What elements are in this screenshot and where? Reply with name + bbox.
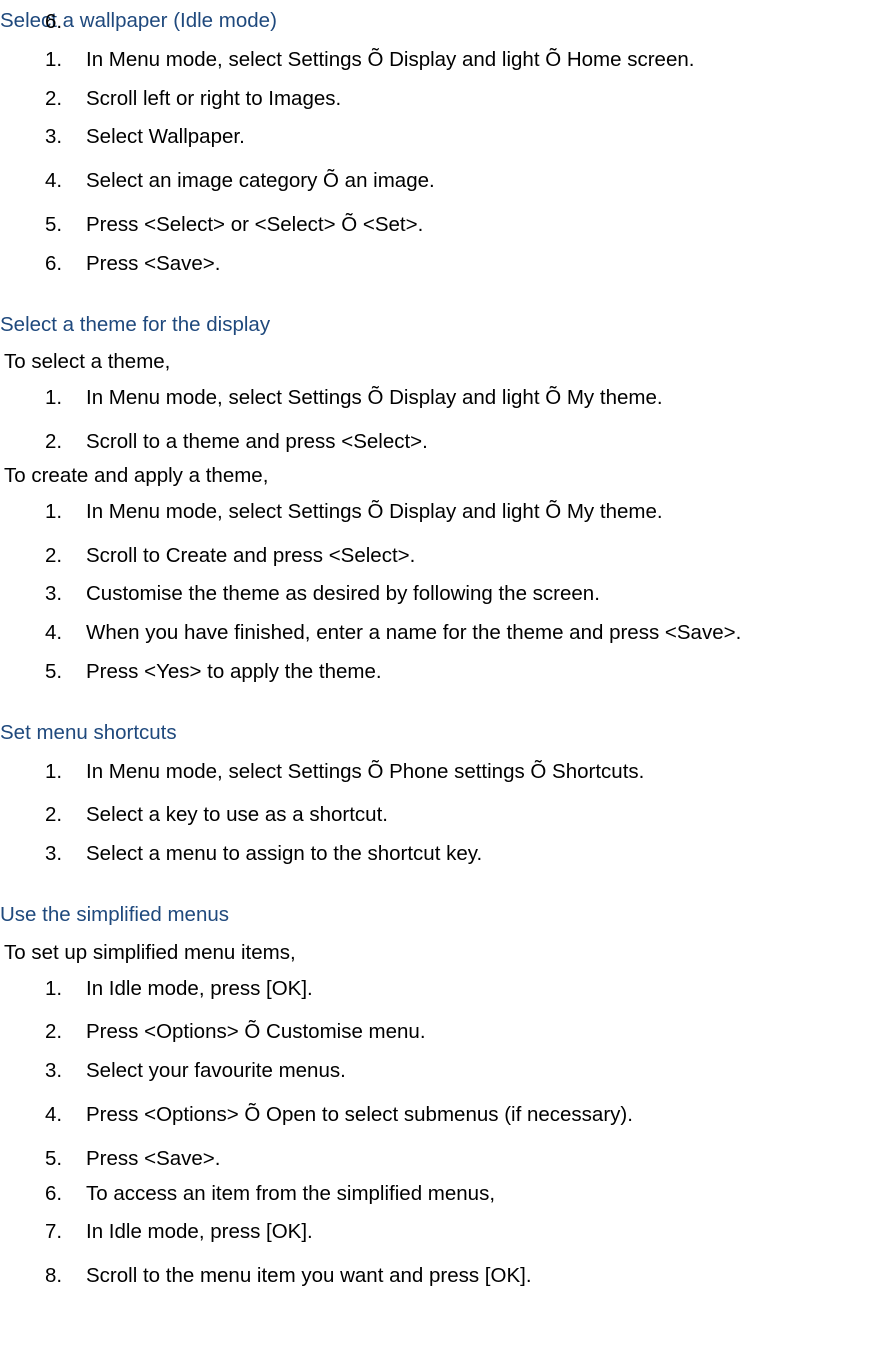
section-heading: Select a theme for the display: [0, 309, 880, 342]
section-heading: Select a wallpaper (Idle mode): [0, 5, 880, 38]
section-heading: Set menu shortcuts: [0, 717, 880, 750]
body-text: To select a theme,: [0, 346, 880, 379]
list-item-text: In Idle mode, press [OK].: [86, 1220, 313, 1243]
list-item-text: Press <Select> or <Select> Õ <Set>.: [86, 213, 423, 236]
list-item-text: Scroll to Create and press <Select>.: [86, 544, 415, 567]
list-item-text: In Menu mode, select Settings Õ Display …: [86, 48, 694, 71]
ordered-list: In Menu mode, select Settings Õ Display …: [0, 495, 880, 689]
list-item: To access an item from the simplified me…: [0, 1177, 880, 1211]
list-item: In Menu mode, select Settings Õ Phone se…: [0, 755, 880, 789]
list-item-text: Scroll left or right to Images.: [86, 87, 341, 110]
section-theme: Select a theme for the display To select…: [0, 309, 880, 689]
list-item-text: Scroll to the menu item you want and pre…: [86, 1264, 532, 1287]
list-item: Select a menu to assign to the shortcut …: [0, 837, 880, 871]
list-item-text: When you have finished, enter a name for…: [86, 621, 741, 644]
list-item: Press <Save>.: [0, 247, 880, 281]
section-heading: Use the simplified menus: [0, 899, 880, 932]
list-item: In Menu mode, select Settings Õ Display …: [0, 381, 880, 415]
list-item-text: Select your favourite menus.: [86, 1059, 346, 1082]
list-item: Scroll left or right to Images.: [0, 82, 880, 116]
list-item: In Idle mode, press [OK].: [0, 972, 880, 1006]
list-item-text: Scroll to a theme and press <Select>.: [86, 430, 428, 453]
list-item: Select an image category Õ an image.: [0, 164, 880, 198]
list-item: Scroll to Create and press <Select>.: [0, 539, 880, 573]
list-item-text: Press <Options> Õ Open to select submenu…: [86, 1103, 633, 1126]
list-item-text: Press <Options> Õ Customise menu.: [86, 1020, 426, 1043]
body-text: To set up simplified menu items,: [0, 937, 880, 970]
ordered-list: In Menu mode, select Settings Õ Phone se…: [0, 755, 880, 871]
list-item-text: To access an item from the simplified me…: [86, 1182, 495, 1205]
list-item-text: Select a menu to assign to the shortcut …: [86, 842, 482, 865]
list-item-text: In Idle mode, press [OK].: [86, 977, 313, 1000]
section-simplified-menus: Use the simplified menus To set up simpl…: [0, 899, 880, 1293]
body-text: To create and apply a theme,: [0, 460, 880, 493]
list-item-text: In Menu mode, select Settings Õ Display …: [86, 500, 663, 523]
list-item: Press <Yes> to apply the theme.: [0, 655, 880, 689]
ordered-list: In Menu mode, select Settings Õ Display …: [0, 43, 880, 281]
list-item-text: Select an image category Õ an image.: [86, 169, 435, 192]
list-item: Press <Options> Õ Customise menu.: [0, 1015, 880, 1049]
list-item: Press <Save>.: [0, 1142, 880, 1176]
list-item: Select your favourite menus.: [0, 1054, 880, 1088]
list-item-text: In Menu mode, select Settings Õ Phone se…: [86, 760, 644, 783]
section-shortcuts: Set menu shortcuts In Menu mode, select …: [0, 717, 880, 871]
list-item: Press <Select> or <Select> Õ <Set>.: [0, 208, 880, 242]
list-item-text: Select a key to use as a shortcut.: [86, 803, 388, 826]
list-item-text: In Menu mode, select Settings Õ Display …: [86, 386, 663, 409]
list-item: Scroll to a theme and press <Select>.: [0, 425, 880, 459]
list-item-text: Select Wallpaper.: [86, 125, 245, 148]
list-item: Customise the theme as desired by follow…: [0, 577, 880, 611]
list-item: Press <Options> Õ Open to select submenu…: [0, 1098, 880, 1132]
list-item-text: Press <Yes> to apply the theme.: [86, 660, 382, 683]
ordered-list: In Idle mode, press [OK]. Press <Options…: [0, 972, 880, 1294]
list-item-text: Customise the theme as desired by follow…: [86, 582, 600, 605]
list-item: In Menu mode, select Settings Õ Display …: [0, 43, 880, 77]
list-item: Scroll to the menu item you want and pre…: [0, 1259, 880, 1293]
list-item: Select a key to use as a shortcut.: [0, 798, 880, 832]
list-item: Select Wallpaper.: [0, 120, 880, 154]
section-wallpaper: Select a wallpaper (Idle mode) In Menu m…: [0, 5, 880, 281]
list-item: In Idle mode, press [OK].: [0, 1215, 880, 1249]
ordered-list: In Menu mode, select Settings Õ Display …: [0, 381, 880, 459]
list-item: In Menu mode, select Settings Õ Display …: [0, 495, 880, 529]
list-item: When you have finished, enter a name for…: [0, 616, 880, 650]
list-item-text: Press <Save>.: [86, 1147, 220, 1170]
list-item-text: Press <Save>.: [86, 252, 220, 275]
